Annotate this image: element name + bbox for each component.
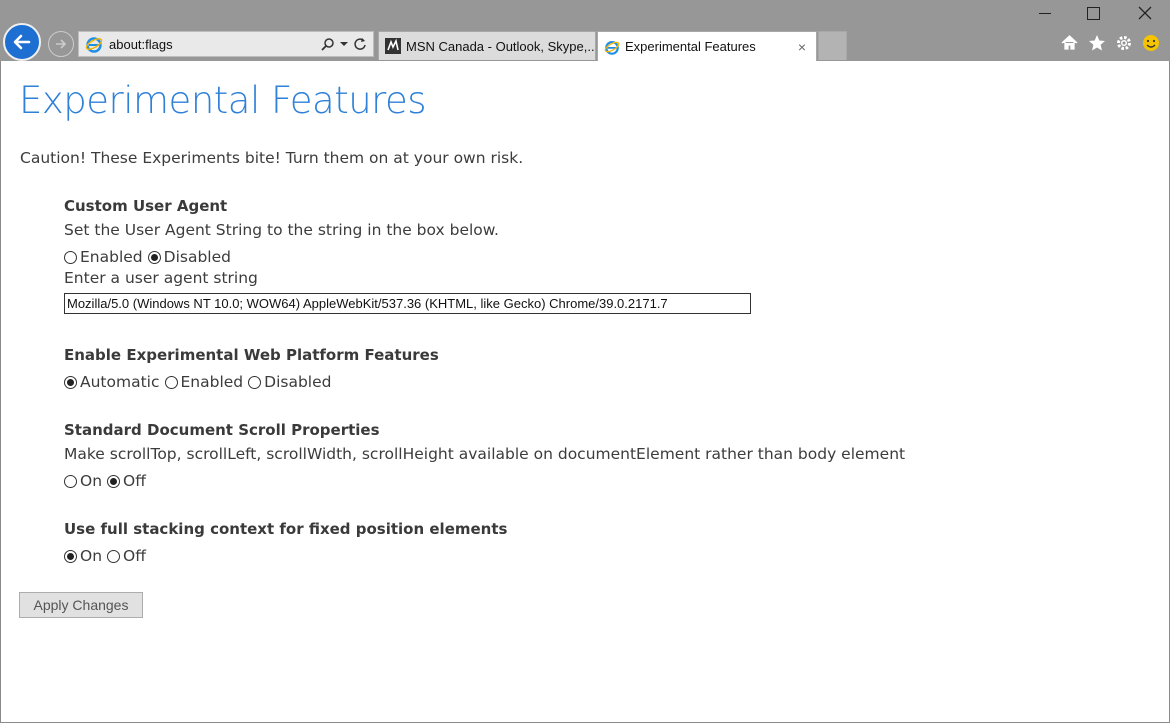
radio-label: Disabled xyxy=(264,373,332,391)
feature-title: Use full stacking context for fixed posi… xyxy=(64,520,508,538)
favorites-star-icon[interactable] xyxy=(1087,33,1106,52)
radio-label: Enabled xyxy=(180,373,244,391)
tab-experimental-features[interactable]: Experimental Features × xyxy=(597,31,817,61)
ie-logo-icon xyxy=(85,37,103,53)
home-icon[interactable] xyxy=(1060,33,1079,52)
refresh-icon[interactable] xyxy=(353,37,367,51)
page-title: Experimental Features xyxy=(19,79,427,122)
apply-changes-button[interactable]: Apply Changes xyxy=(19,592,143,618)
radio-on[interactable]: On xyxy=(64,472,102,490)
radio-label: On xyxy=(80,472,103,490)
toolbar-right xyxy=(1060,33,1160,52)
radio-disabled[interactable]: Disabled xyxy=(248,373,331,391)
caution-text: Caution! These Experiments bite! Turn th… xyxy=(20,149,524,167)
user-agent-label: Enter a user agent string xyxy=(64,269,258,287)
radio-enabled[interactable]: Enabled xyxy=(164,373,244,391)
radio-group: Enabled Disabled xyxy=(64,245,751,269)
user-agent-input[interactable] xyxy=(64,293,751,314)
new-tab-button[interactable] xyxy=(818,31,847,60)
radio-label: Enabled xyxy=(80,248,143,266)
radio-label: Automatic xyxy=(80,373,160,391)
radio-circle-icon xyxy=(107,549,121,563)
ie-logo-icon xyxy=(604,40,620,55)
radio-circle-icon xyxy=(64,250,77,264)
radio-off[interactable]: Off xyxy=(107,547,146,565)
radio-group: Automatic Enabled Disabled xyxy=(64,370,439,394)
tab-msn[interactable]: MSN Canada - Outlook, Skype,... xyxy=(378,31,596,60)
radio-off[interactable]: Off xyxy=(107,472,146,490)
radio-circle-icon xyxy=(107,474,121,488)
back-button[interactable] xyxy=(3,23,41,61)
radio-enabled[interactable]: Enabled xyxy=(64,248,143,266)
feature-full-stacking-context: Use full stacking context for fixed posi… xyxy=(64,520,507,568)
tab-label: Experimental Features xyxy=(625,39,756,54)
feature-title: Standard Document Scroll Properties xyxy=(64,421,380,439)
radio-label: On xyxy=(80,547,103,565)
feature-description: Set the User Agent String to the string … xyxy=(64,221,499,239)
feature-custom-user-agent: Custom User Agent Set the User Agent Str… xyxy=(64,197,751,314)
page-content: Experimental Features Caution! These Exp… xyxy=(0,61,1170,723)
minimize-button[interactable] xyxy=(1028,3,1062,23)
arrow-left-icon xyxy=(13,34,31,50)
close-window-button[interactable] xyxy=(1128,3,1162,23)
radio-label: Off xyxy=(123,472,146,490)
tab-label: MSN Canada - Outlook, Skype,... xyxy=(406,38,595,54)
smiley-feedback-icon[interactable] xyxy=(1141,33,1160,52)
address-url[interactable]: about:flags xyxy=(109,37,321,52)
gear-icon[interactable] xyxy=(1114,33,1133,52)
radio-on[interactable]: On xyxy=(64,547,102,565)
radio-circle-icon xyxy=(64,474,77,488)
arrow-right-icon xyxy=(56,39,67,49)
feature-document-scroll-properties: Standard Document Scroll Properties Make… xyxy=(64,421,905,493)
forward-button[interactable] xyxy=(48,31,74,57)
feature-description: Make scrollTop, scrollLeft, scrollWidth,… xyxy=(64,445,906,463)
maximize-button[interactable] xyxy=(1076,3,1110,23)
close-icon xyxy=(1138,6,1152,20)
radio-circle-icon xyxy=(164,375,178,389)
address-bar[interactable]: about:flags xyxy=(78,31,374,57)
msn-logo-icon xyxy=(385,38,401,54)
radio-circle-icon xyxy=(64,549,77,563)
feature-title: Custom User Agent xyxy=(64,197,228,215)
radio-label: Disabled xyxy=(163,248,231,266)
feature-title: Enable Experimental Web Platform Feature… xyxy=(64,346,439,364)
dropdown-arrow-icon[interactable] xyxy=(340,40,348,48)
radio-disabled[interactable]: Disabled xyxy=(147,248,231,266)
tab-close-icon[interactable]: × xyxy=(792,39,812,55)
radio-label: Off xyxy=(123,547,146,565)
feature-experimental-web-platform: Enable Experimental Web Platform Feature… xyxy=(64,346,439,394)
radio-automatic[interactable]: Automatic xyxy=(64,373,160,391)
radio-group: On Off xyxy=(64,544,507,568)
radio-circle-icon xyxy=(64,375,77,389)
radio-circle-icon xyxy=(248,375,262,389)
browser-chrome: about:flags MSN Canada - Outlook, Skype,… xyxy=(0,0,1170,61)
search-icon[interactable] xyxy=(321,37,335,51)
radio-group: On Off xyxy=(64,469,905,493)
radio-circle-icon xyxy=(147,250,161,264)
